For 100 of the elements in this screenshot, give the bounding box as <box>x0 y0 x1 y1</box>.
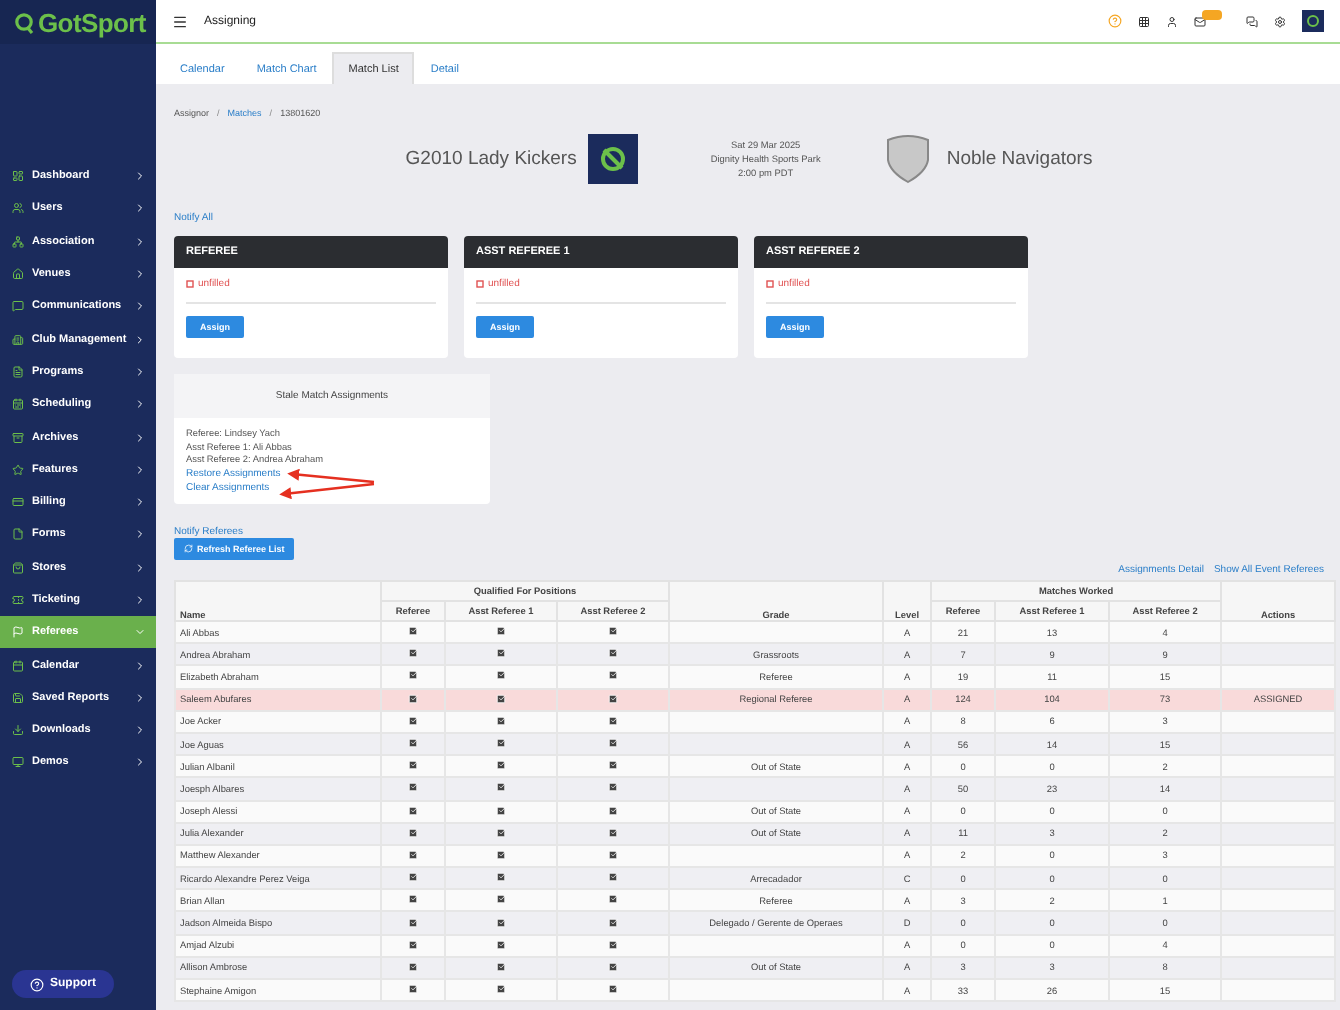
checkbox[interactable] <box>608 917 618 928</box>
away-team-name: Noble Navigators <box>946 147 1093 169</box>
checkbox[interactable] <box>496 872 506 883</box>
checkbox[interactable] <box>408 827 418 838</box>
chevron-icon <box>134 235 146 248</box>
checkbox[interactable] <box>496 738 506 749</box>
checkbox[interactable] <box>608 693 618 704</box>
checkbox[interactable] <box>608 849 618 860</box>
checkbox[interactable] <box>496 917 506 928</box>
checkbox[interactable] <box>408 984 418 995</box>
menu-icon[interactable] <box>172 13 188 29</box>
refresh-icon <box>184 544 193 554</box>
checkbox[interactable] <box>608 805 618 816</box>
notification-badge <box>1202 9 1222 19</box>
checkbox[interactable] <box>408 961 418 972</box>
checkbox[interactable] <box>408 693 418 704</box>
checkbox[interactable] <box>408 715 418 726</box>
checkbox[interactable] <box>496 894 506 905</box>
checkbox[interactable] <box>496 626 506 637</box>
empty-square-icon <box>766 280 774 288</box>
chevron-icon <box>134 170 146 183</box>
checkbox[interactable] <box>408 738 418 749</box>
checkbox[interactable] <box>608 827 618 838</box>
checkbox[interactable] <box>608 961 618 972</box>
checkbox[interactable] <box>408 670 418 681</box>
grid-icon[interactable] <box>1138 15 1150 27</box>
checkbox[interactable] <box>608 626 618 637</box>
checkbox[interactable] <box>408 872 418 883</box>
chevron-icon <box>134 333 146 346</box>
checkbox[interactable] <box>408 805 418 816</box>
nav-icon <box>12 724 24 737</box>
checkbox[interactable] <box>608 872 618 883</box>
nav-icon <box>12 202 24 215</box>
checkbox[interactable] <box>496 827 506 838</box>
avatar-icon[interactable] <box>1302 10 1324 32</box>
chevron-icon <box>134 528 146 541</box>
checkbox[interactable] <box>408 782 418 793</box>
help-icon <box>30 977 44 991</box>
chevron-icon <box>134 398 146 411</box>
checkbox[interactable] <box>408 917 418 928</box>
checkbox[interactable] <box>408 626 418 637</box>
checkbox[interactable] <box>496 805 506 816</box>
checkbox[interactable] <box>496 939 506 950</box>
chevron-icon <box>134 691 146 704</box>
checkbox[interactable] <box>496 648 506 659</box>
checkbox[interactable] <box>496 849 506 860</box>
nav-icon <box>12 756 24 769</box>
checkbox[interactable] <box>608 738 618 749</box>
chevron-icon <box>134 431 146 444</box>
checkbox[interactable] <box>608 760 618 771</box>
checkbox[interactable] <box>608 894 618 905</box>
checkbox[interactable] <box>608 648 618 659</box>
nav-icon <box>12 463 24 476</box>
chevron-icon <box>134 626 146 639</box>
shield-icon <box>882 132 935 184</box>
nav-icon <box>12 691 24 704</box>
empty-square-icon <box>476 280 484 288</box>
checkbox[interactable] <box>608 939 618 950</box>
checkbox[interactable] <box>608 782 618 793</box>
checkbox[interactable] <box>408 939 418 950</box>
checkbox[interactable] <box>408 760 418 771</box>
chevron-icon <box>134 724 146 737</box>
nav-icon <box>12 170 24 183</box>
chevron-icon <box>134 268 146 281</box>
annotation-arrow <box>279 482 375 500</box>
settings-icon[interactable] <box>1274 15 1286 27</box>
team-logo <box>588 133 639 183</box>
chat-icon[interactable] <box>1246 15 1258 27</box>
home-team-name: G2010 Lady Kickers <box>405 147 577 169</box>
checkbox[interactable] <box>608 715 618 726</box>
chevron-icon <box>134 463 146 476</box>
chevron-icon <box>134 300 146 313</box>
nav-icon <box>12 365 24 378</box>
checkbox[interactable] <box>408 849 418 860</box>
checkbox[interactable] <box>496 961 506 972</box>
nav-icon <box>12 496 24 509</box>
nav-icon <box>12 594 24 606</box>
checkbox[interactable] <box>496 984 506 995</box>
nav-icon <box>12 333 24 346</box>
checkbox[interactable] <box>496 693 506 704</box>
checkbox[interactable] <box>496 715 506 726</box>
nav-icon <box>12 431 24 444</box>
checkbox[interactable] <box>608 670 618 681</box>
nav-icon <box>12 561 24 574</box>
checkbox[interactable] <box>608 984 618 995</box>
chevron-icon <box>134 496 146 509</box>
checkbox[interactable] <box>496 760 506 771</box>
mail-icon[interactable] <box>1194 15 1206 27</box>
nav-icon <box>12 235 24 248</box>
chevron-icon <box>134 756 146 769</box>
nav-icon <box>12 268 24 281</box>
nav-icon <box>12 398 24 411</box>
checkbox[interactable] <box>408 894 418 905</box>
checkbox[interactable] <box>496 782 506 793</box>
checkbox[interactable] <box>408 648 418 659</box>
checkbox[interactable] <box>496 670 506 681</box>
chevron-icon <box>134 594 146 606</box>
chevron-icon <box>134 202 146 215</box>
nav-icon <box>12 659 24 672</box>
user-icon[interactable] <box>1166 15 1178 27</box>
